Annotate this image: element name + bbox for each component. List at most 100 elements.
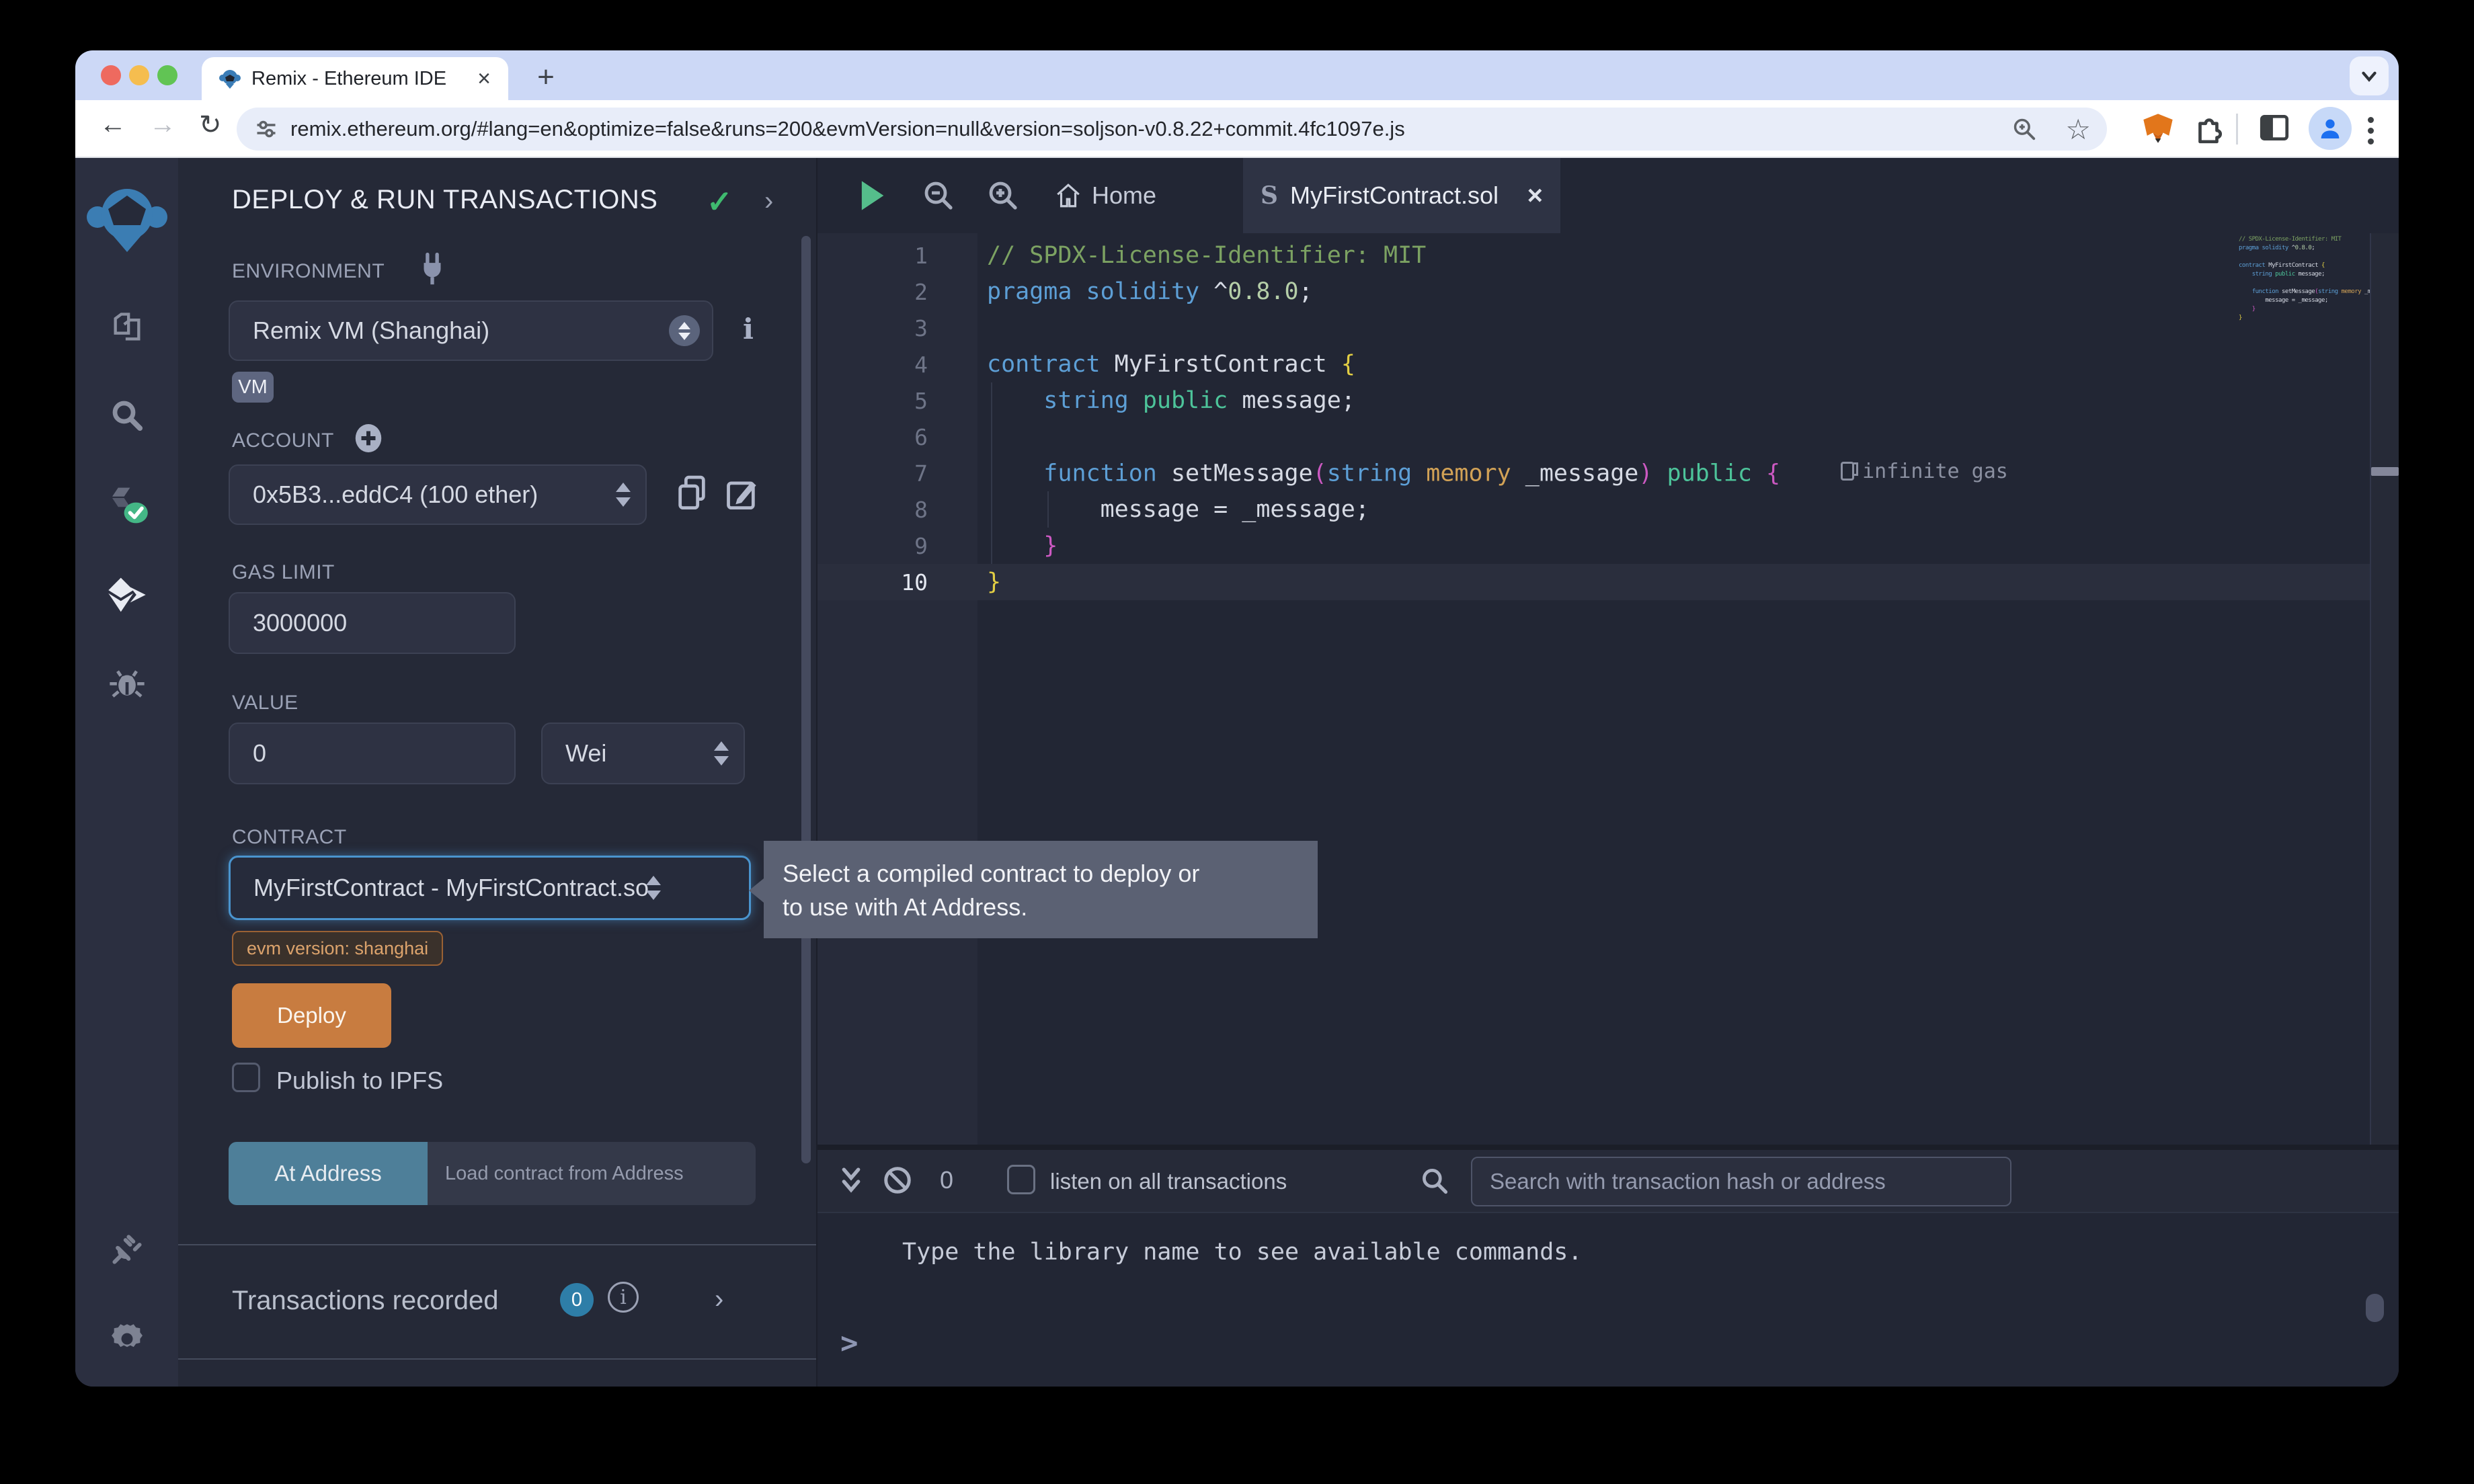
url-text[interactable]: remix.ethereum.org/#lang=en&optimize=fal… <box>290 117 1405 141</box>
url-bar[interactable]: remix.ethereum.org/#lang=en&optimize=fal… <box>237 108 2107 151</box>
code-text: } <box>977 532 1058 559</box>
tab-close-icon[interactable]: × <box>477 66 491 92</box>
tab-file[interactable]: S MyFirstContract.sol × <box>1243 158 1560 233</box>
panel-collapse-chevron-icon[interactable]: › <box>764 186 773 216</box>
run-script-play-icon[interactable] <box>856 178 887 213</box>
minimap-line: function setMessage(string memory _messa… <box>2239 288 2370 297</box>
remix-logo-icon[interactable] <box>87 185 167 260</box>
account-select[interactable]: 0x5B3...eddC4 (100 ether) <box>229 464 647 525</box>
copy-account-icon[interactable] <box>674 474 709 513</box>
minimap-line: // SPDX-License-Identifier: MIT <box>2239 236 2370 245</box>
code-line[interactable]: 10} <box>817 564 2371 600</box>
terminal-resize-handle[interactable] <box>817 1145 2399 1150</box>
code-line[interactable]: 6 <box>817 419 2371 455</box>
terminal-search-input[interactable] <box>1471 1157 2011 1206</box>
environment-info-icon[interactable]: i <box>743 313 754 345</box>
editor-scrollbar-thumb[interactable] <box>2371 467 2399 476</box>
at-address-input[interactable] <box>428 1142 756 1205</box>
browser-profile-avatar[interactable] <box>2309 107 2352 150</box>
code-line[interactable]: 3 <box>817 310 2371 346</box>
zoom-icon[interactable] <box>2011 116 2037 142</box>
minimap-line: } <box>2239 315 2370 323</box>
listen-transactions-checkbox[interactable] <box>1007 1165 1035 1194</box>
minimap-line <box>2239 280 2370 288</box>
tab-search-chevron-button[interactable] <box>2350 56 2389 95</box>
environment-select[interactable]: Remix VM (Shanghai) <box>229 300 713 361</box>
code-line[interactable]: 7 function setMessage(string memory _mes… <box>817 455 2371 491</box>
code-line[interactable]: 5 string public message; <box>817 382 2371 419</box>
code-text: } <box>977 569 1001 595</box>
code-line[interactable]: 1// SPDX-License-Identifier: MIT <box>817 237 2371 274</box>
tab-close-icon[interactable]: × <box>1527 181 1543 211</box>
code-text: string public message; <box>977 387 1355 414</box>
deploy-run-panel: DEPLOY & RUN TRANSACTIONS ✓ › ENVIRONMEN… <box>178 158 816 1387</box>
minimap-line: contract MyFirstContract { <box>2239 262 2370 271</box>
line-number: 8 <box>817 497 977 523</box>
edit-account-icon[interactable] <box>724 474 759 513</box>
browser-menu-kebab-icon[interactable] <box>2368 112 2375 149</box>
line-number: 5 <box>817 388 977 414</box>
extensions-puzzle-icon[interactable] <box>2192 111 2225 145</box>
code-line[interactable]: 8 message = _message; <box>817 491 2371 528</box>
value-input[interactable]: 0 <box>229 723 516 784</box>
value-unit-select[interactable]: Wei <box>541 723 745 784</box>
panel-scrollbar[interactable] <box>801 236 811 1163</box>
browser-window: Remix - Ethereum IDE × + ← → ↻ remix.eth… <box>75 50 2399 1387</box>
publish-ipfs-checkbox[interactable] <box>232 1063 260 1092</box>
code-line[interactable]: 4contract MyFirstContract { <box>817 346 2371 382</box>
panel-title: DEPLOY & RUN TRANSACTIONS <box>232 185 657 215</box>
minimize-window-button[interactable] <box>129 65 149 85</box>
forward-icon[interactable]: → <box>149 110 176 140</box>
deploy-button[interactable]: Deploy <box>232 983 391 1048</box>
back-icon[interactable]: ← <box>99 110 126 140</box>
unit-stepper-icon <box>714 741 729 766</box>
zoom-out-icon[interactable] <box>922 179 955 212</box>
code-text: // SPDX-License-Identifier: MIT <box>977 242 1426 269</box>
icon-rail <box>75 158 178 1387</box>
tab-title: Remix - Ethereum IDE <box>251 68 446 90</box>
settings-gear-icon[interactable] <box>108 1319 147 1358</box>
home-icon <box>1054 181 1082 210</box>
metamask-icon[interactable] <box>2141 111 2176 146</box>
tab-home[interactable]: Home <box>1054 158 1234 233</box>
minimap-line: pragma solidity ^0.8.0; <box>2239 245 2370 253</box>
new-tab-button[interactable]: + <box>527 60 565 97</box>
transactions-expand-chevron-icon[interactable]: › <box>715 1284 723 1315</box>
contract-select[interactable]: MyFirstContract - MyFirstContract.so <box>229 856 751 920</box>
line-number: 6 <box>817 424 977 450</box>
add-account-icon[interactable] <box>354 423 383 454</box>
terminal-scrollbar-thumb[interactable] <box>2366 1294 2384 1322</box>
tooltip-line2: to use with At Address. <box>783 891 1299 924</box>
value-label: VALUE <box>232 692 298 714</box>
publish-ipfs-label: Publish to IPFS <box>276 1067 443 1095</box>
minimap[interactable]: // SPDX-License-Identifier: MITpragma so… <box>2239 236 2370 323</box>
collapse-terminal-chevrons-icon[interactable] <box>836 1165 866 1198</box>
side-panel-icon[interactable] <box>2258 111 2291 145</box>
plugin-manager-icon[interactable] <box>108 1231 146 1268</box>
zoom-in-icon[interactable] <box>987 179 1019 212</box>
bookmark-star-icon[interactable]: ☆ <box>2065 113 2091 146</box>
editor-scrollbar-track[interactable] <box>2371 233 2399 1145</box>
evm-version-badge: evm version: shanghai <box>232 931 443 966</box>
code-editor[interactable]: 1// SPDX-License-Identifier: MIT2pragma … <box>817 233 2399 1145</box>
solidity-compiler-icon[interactable] <box>105 485 149 526</box>
terminal-output[interactable]: Type the library name to see available c… <box>817 1214 2399 1387</box>
file-explorer-icon[interactable] <box>110 310 145 345</box>
debugger-icon[interactable] <box>108 663 146 701</box>
browser-tab[interactable]: Remix - Ethereum IDE × <box>202 57 508 100</box>
reload-icon[interactable]: ↻ <box>199 110 222 140</box>
clear-console-icon[interactable] <box>882 1165 913 1196</box>
transactions-info-icon[interactable]: i <box>608 1282 639 1313</box>
search-icon[interactable] <box>109 397 145 434</box>
panel-divider-bottom <box>178 1358 816 1360</box>
code-line[interactable]: 9 } <box>817 528 2371 564</box>
maximize-window-button[interactable] <box>157 65 177 85</box>
close-window-button[interactable] <box>101 65 121 85</box>
gas-limit-input[interactable]: 3000000 <box>229 592 516 654</box>
terminal-count: 0 <box>940 1166 953 1194</box>
code-line[interactable]: 2pragma solidity ^0.8.0; <box>817 274 2371 310</box>
deploy-run-icon[interactable] <box>107 576 147 614</box>
plug-icon[interactable] <box>417 252 447 286</box>
site-settings-icon[interactable] <box>254 117 278 141</box>
at-address-button[interactable]: At Address <box>229 1142 428 1205</box>
